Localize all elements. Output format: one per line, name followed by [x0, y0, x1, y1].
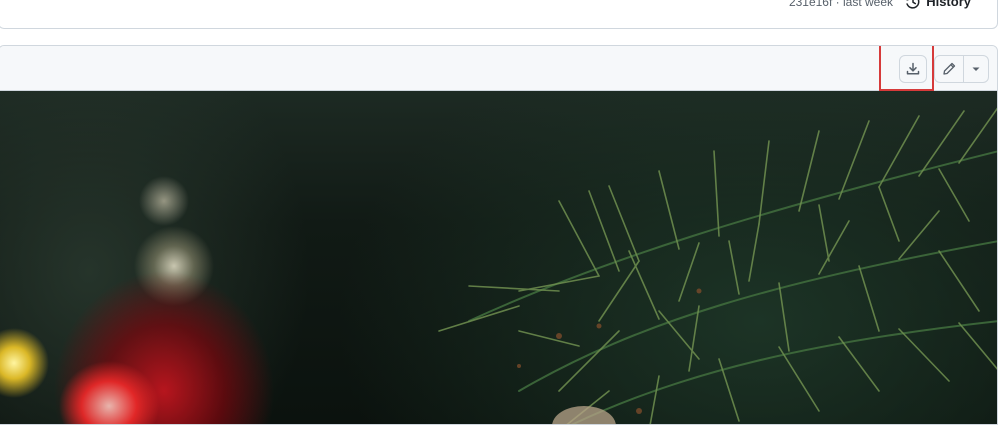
history-link[interactable]: History: [905, 0, 971, 10]
triangle-down-icon: [972, 67, 980, 71]
edit-button-group: [934, 55, 989, 83]
image-preview: [0, 91, 997, 424]
download-icon: [906, 62, 920, 75]
pencil-icon: [943, 62, 956, 75]
file-header: [0, 46, 997, 91]
edit-more-button[interactable]: [964, 56, 988, 82]
history-icon: [906, 0, 920, 9]
commit-bar: 231e16f · last week History: [0, 0, 998, 29]
pine-branch-image: [438, 107, 997, 424]
download-button[interactable]: [899, 55, 927, 83]
edit-file-button[interactable]: [935, 56, 965, 82]
history-label: History: [926, 0, 971, 9]
file-viewer: [0, 45, 998, 425]
commit-meta[interactable]: 231e16f · last week: [789, 0, 893, 9]
